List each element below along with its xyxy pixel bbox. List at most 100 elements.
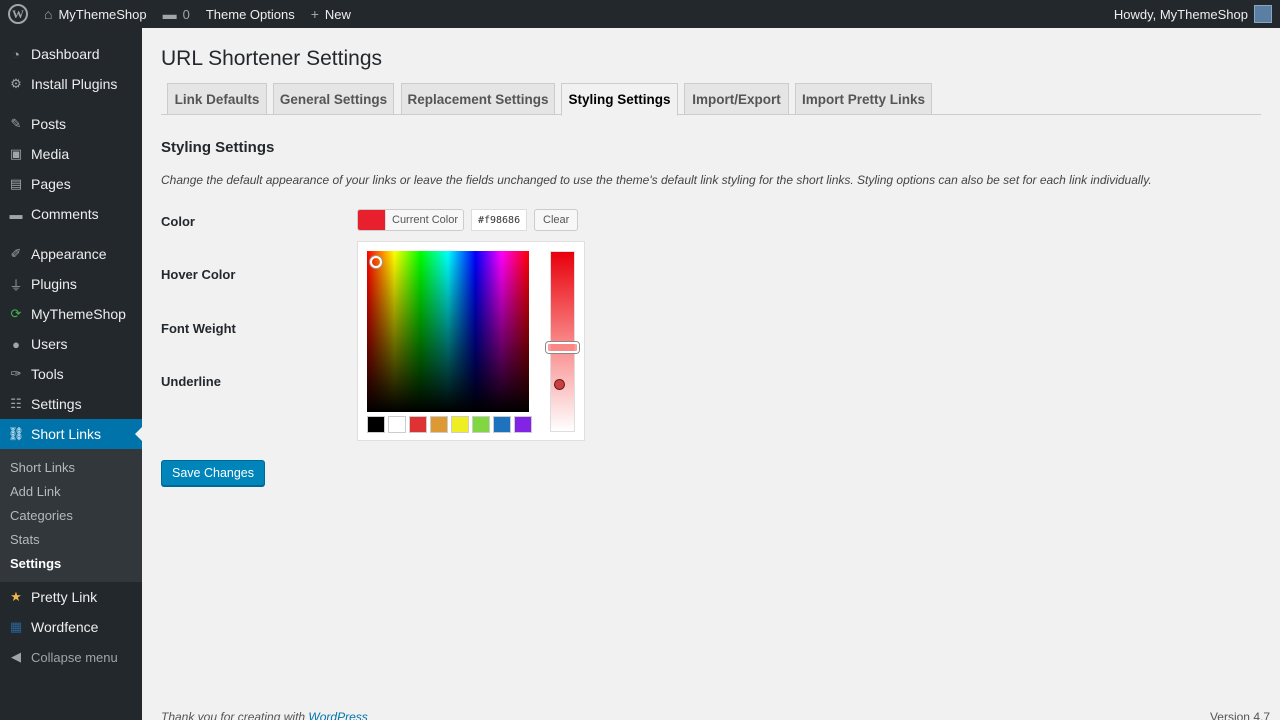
palette-swatch[interactable]: [514, 416, 532, 433]
sidebar-item-install-plugins[interactable]: ⚙ Install Plugins: [0, 69, 142, 99]
pin-icon: ✎: [10, 116, 22, 131]
wordpress-logo-icon: W: [8, 4, 28, 24]
refresh-icon: ⟳: [10, 306, 22, 321]
palette-swatch[interactable]: [430, 416, 448, 433]
site-name: MyThemeShop: [58, 6, 147, 22]
site-name-link[interactable]: ⌂ MyThemeShop: [36, 0, 155, 28]
admin-sidebar: ◔ Dashboard ⚙ Install Plugins ✎ Posts ▣ Media ▤ P…: [0, 28, 142, 720]
wrench-icon: ✑: [10, 366, 22, 381]
submenu-item-short-links[interactable]: Short Links: [0, 456, 142, 480]
sidebar-item-pages[interactable]: ▤ Pages: [0, 169, 142, 199]
sidebar-item-posts[interactable]: ✎ Posts: [0, 109, 142, 139]
comments-count: 0: [182, 6, 190, 22]
collapse-label: Collapse menu: [31, 649, 118, 665]
wordpress-link[interactable]: WordPress: [308, 710, 367, 720]
collapse-menu-button[interactable]: ◀ Collapse menu: [0, 642, 142, 672]
underline-label: Underline: [161, 374, 221, 389]
user-icon: ●: [12, 336, 20, 352]
tab-styling-settings[interactable]: Styling Settings: [561, 83, 678, 116]
palette-swatch[interactable]: [367, 416, 385, 433]
pages-icon: ▤: [9, 176, 23, 191]
sidebar-item-label: Short Links: [31, 426, 102, 442]
sidebar-item-short-links[interactable]: ⛓ Short Links: [0, 419, 142, 449]
color-swatch: [358, 210, 385, 230]
sidebar-item-label: Users: [31, 336, 68, 352]
lightness-slider-handle[interactable]: [546, 342, 579, 353]
saturation-square[interactable]: [367, 251, 529, 412]
comments-link[interactable]: ▬ 0: [155, 0, 198, 28]
avatar: [1254, 5, 1272, 23]
sidebar-item-plugins[interactable]: ⏚ Plugins: [0, 269, 142, 299]
brush-icon: ✐: [10, 246, 22, 261]
sidebar-item-label: Wordfence: [31, 619, 99, 635]
star-icon: ★: [10, 589, 22, 604]
new-label: New: [324, 6, 351, 22]
sidebar-item-wordfence[interactable]: ▦ Wordfence: [0, 612, 142, 642]
palette-swatch[interactable]: [451, 416, 469, 433]
tab-import-export[interactable]: Import/Export: [684, 83, 789, 115]
plus-icon: +: [310, 6, 319, 22]
new-content-link[interactable]: + New: [303, 0, 359, 28]
save-changes-button[interactable]: Save Changes: [161, 460, 266, 486]
page-title: URL Shortener Settings: [161, 47, 383, 70]
link-icon: ⛓: [7, 426, 25, 441]
sidebar-item-label: Settings: [31, 396, 82, 412]
theme-options-link[interactable]: Theme Options: [198, 0, 303, 28]
current-color-label: Current Color: [385, 210, 464, 230]
footer-thanks-text: Thank you for creating with: [161, 710, 309, 720]
sidebar-item-label: MyThemeShop: [31, 306, 126, 322]
sidebar-item-label: Pretty Link: [31, 589, 98, 605]
sidebar-item-users[interactable]: ● Users: [0, 329, 142, 359]
wp-logo-menu[interactable]: W: [0, 0, 36, 28]
tab-link-defaults[interactable]: Link Defaults: [167, 83, 267, 115]
dashboard-icon: ◔: [12, 46, 20, 62]
tab-import-pretty-links[interactable]: Import Pretty Links: [795, 83, 932, 115]
home-icon: ⌂: [44, 6, 53, 22]
comment-bubble-icon: ▬: [162, 6, 177, 22]
sidebar-item-dashboard[interactable]: ◔ Dashboard: [0, 39, 142, 69]
hex-color-input[interactable]: #f98686: [471, 209, 528, 231]
sidebar-item-pretty-link[interactable]: ★ Pretty Link: [0, 582, 142, 612]
palette-swatch[interactable]: [409, 416, 427, 433]
sidebar-item-label: Comments: [31, 206, 99, 222]
submenu-item-categories[interactable]: Categories: [0, 504, 142, 528]
section-title: Styling Settings: [161, 139, 275, 156]
submenu-item-stats[interactable]: Stats: [0, 528, 142, 552]
media-icon: ▣: [9, 146, 23, 161]
sidebar-item-settings[interactable]: ☷ Settings: [0, 389, 142, 419]
current-color-button[interactable]: Current Color: [357, 209, 465, 231]
palette-swatch[interactable]: [493, 416, 511, 433]
theme-options-label: Theme Options: [205, 6, 295, 22]
plug-icon: ⏚: [9, 277, 23, 293]
admin-bar: W ⌂ MyThemeShop ▬ 0 Theme Options + New …: [0, 0, 1280, 28]
sidebar-item-mythemeshop[interactable]: ⟳ MyThemeShop: [0, 299, 142, 329]
sidebar-item-label: Appearance: [31, 246, 107, 262]
sidebar-item-label: Posts: [31, 116, 67, 132]
tab-replacement-settings[interactable]: Replacement Settings: [401, 83, 555, 115]
main-content: URL Shortener Settings Link Defaults Gen…: [142, 28, 1280, 720]
hover-color-label: Hover Color: [161, 267, 236, 282]
palette-swatch[interactable]: [388, 416, 406, 433]
sidebar-item-tools[interactable]: ✑ Tools: [0, 359, 142, 389]
sidebar-item-appearance[interactable]: ✐ Appearance: [0, 239, 142, 269]
tab-general-settings[interactable]: General Settings: [273, 83, 394, 115]
howdy-text: Howdy, MyThemeShop: [1113, 6, 1248, 22]
section-description: Change the default appearance of your li…: [161, 173, 1152, 187]
submenu-item-settings[interactable]: Settings: [0, 552, 142, 576]
settings-tabs: Link Defaults General Settings Replaceme…: [161, 83, 1261, 116]
color-picker-row: Current Color #f98686 Clear: [357, 209, 579, 231]
gear-icon: ⚙: [10, 76, 22, 91]
sidebar-item-comments[interactable]: ▬ Comments: [0, 199, 142, 229]
saturation-handle[interactable]: [370, 256, 382, 268]
sidebar-item-label: Pages: [31, 176, 71, 192]
clear-button[interactable]: Clear: [534, 209, 579, 231]
sliders-icon: ☷: [10, 396, 22, 411]
submenu-item-add-link[interactable]: Add Link: [0, 480, 142, 504]
palette-swatch[interactable]: [472, 416, 490, 433]
sidebar-item-label: Install Plugins: [31, 76, 118, 92]
color-label: Color: [161, 214, 195, 229]
sidebar-item-media[interactable]: ▣ Media: [0, 139, 142, 169]
mouse-cursor-icon: [554, 379, 565, 390]
account-menu[interactable]: Howdy, MyThemeShop: [1114, 5, 1280, 23]
wordfence-icon: ▦: [9, 619, 23, 634]
